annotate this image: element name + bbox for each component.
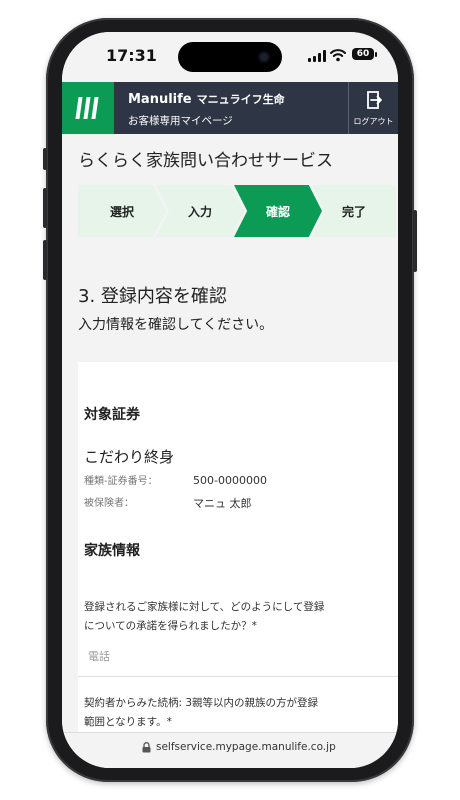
status-time: 17:31: [106, 46, 157, 65]
section-heading: 3. 登録内容を確認: [78, 286, 227, 307]
section-description: 入力情報を確認してください。: [78, 317, 274, 333]
divider: [78, 676, 398, 677]
insured-label: 被保険者：: [84, 498, 134, 509]
battery-tip: [375, 52, 377, 57]
url-text[interactable]: selfservice.mypage.manulife.co.jp: [156, 741, 336, 753]
cellular-signal-icon: [308, 50, 326, 62]
consent-question: 登録されるご家族様に対して、どのようにして登録についての承諾を得られましたか？*: [84, 601, 325, 632]
logout-icon: [367, 91, 382, 109]
main-content: らくらく家族問い合わせサービス 選択 入力 確認 完了 3. 登録内容を確認 入…: [62, 134, 398, 742]
volume-up-button: [43, 188, 47, 228]
logout-label: ログアウト: [353, 117, 394, 126]
product-name: こだわり終身: [84, 448, 175, 466]
brand-name-jp: マニュライフ生命: [196, 93, 285, 106]
page-title: らくらく家族問い合わせサービス: [78, 151, 333, 171]
progress-steps: 選択 入力 確認 完了: [78, 185, 396, 237]
manulife-logo-icon[interactable]: [62, 82, 114, 134]
header-subtitle: お客様専用マイページ: [128, 115, 233, 127]
insured-value: マニュ 太郎: [193, 497, 252, 510]
status-bar: 17:31 60: [62, 32, 398, 82]
policy-type-label: 種類-証券番号：: [84, 476, 158, 487]
browser-url-bar[interactable]: selfservice.mypage.manulife.co.jp: [62, 732, 398, 768]
camera-icon: [258, 51, 270, 63]
wifi-icon: [330, 49, 346, 62]
logout-button[interactable]: ログアウト: [349, 82, 398, 134]
volume-down-button: [43, 240, 47, 280]
battery-icon: 60: [352, 48, 374, 60]
policy-number-value: 500-0000000: [193, 474, 267, 487]
family-heading: 家族情報: [84, 543, 140, 559]
brand-name-en: Manulife: [128, 92, 192, 107]
consent-answer: 電話: [88, 650, 110, 663]
step-confirm: 確認: [234, 185, 322, 237]
policy-heading: 対象証券: [84, 407, 140, 423]
phone-screen: 17:31 60 Manulife マニュライフ生命 お客様専用マイページ ログ…: [62, 32, 398, 768]
brand-name: Manulife マニュライフ生命: [128, 91, 285, 107]
dynamic-island: [178, 42, 282, 72]
app-header: Manulife マニュライフ生命 お客様専用マイページ ログアウト: [62, 82, 398, 134]
power-button: [413, 210, 417, 272]
lock-icon: [142, 742, 151, 753]
step-input: 入力: [156, 185, 244, 237]
confirmation-card: 対象証券 こだわり終身 種類-証券番号： 500-0000000 被保険者： マ…: [78, 362, 398, 742]
step-complete: 完了: [312, 185, 396, 237]
relationship-question: 契約者からみた続柄: 3親等以内の親族の方が登録範囲となります。*: [84, 697, 319, 728]
action-button: [43, 148, 47, 170]
step-select: 選択: [78, 185, 166, 237]
